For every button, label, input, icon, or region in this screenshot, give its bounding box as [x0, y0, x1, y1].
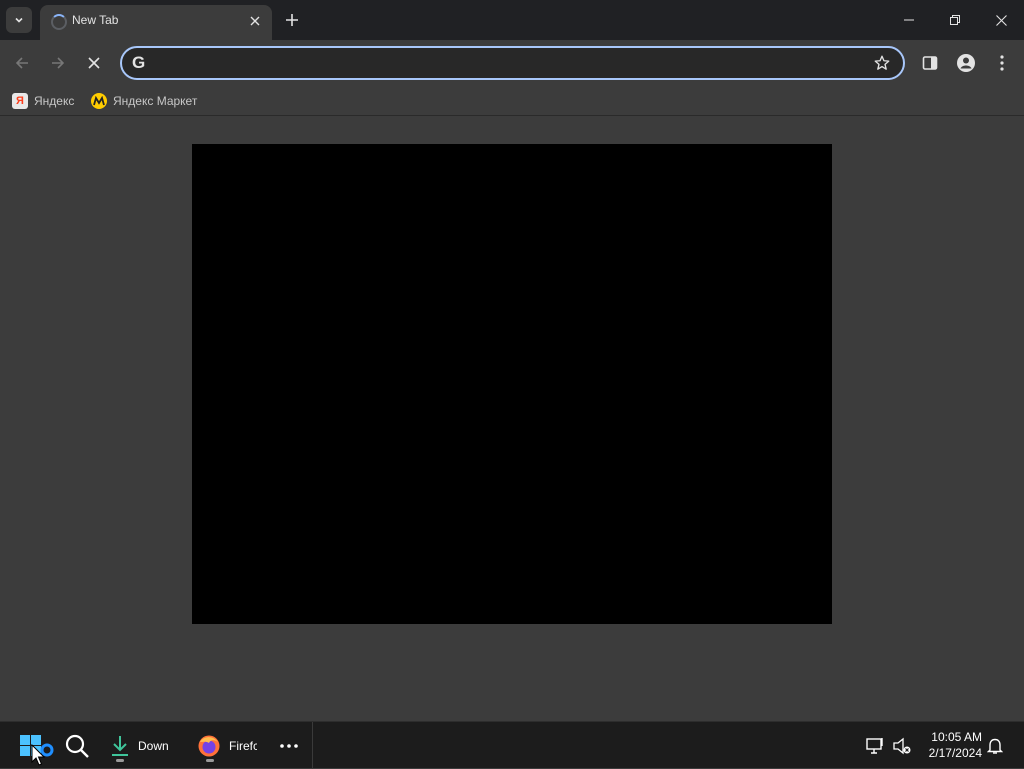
profile-icon [957, 54, 975, 72]
network-icon [866, 738, 883, 754]
taskbar-app-label: Down [138, 739, 169, 753]
restore-button[interactable] [932, 0, 978, 40]
arrow-right-icon [52, 57, 65, 69]
restore-icon [950, 15, 960, 25]
side-panel-icon [922, 56, 938, 70]
browser-toolbar: G [0, 40, 1024, 86]
arrow-left-icon [15, 57, 28, 69]
bookmarks-bar: Я Яндекс Яндекс Маркет [0, 86, 1024, 116]
menu-button[interactable] [987, 48, 1017, 78]
back-button[interactable] [7, 48, 37, 78]
taskbar-app-label: Firefc [229, 739, 257, 753]
taskbar-overflow-button[interactable] [279, 728, 299, 764]
mouse-cursor-icon [31, 744, 45, 766]
new-tab-button[interactable] [280, 8, 304, 32]
network-status-button[interactable] [866, 728, 886, 764]
taskbar: Down Firefc 10:05 AM 2/17/2024 [0, 721, 1024, 769]
taskbar-app-downloads[interactable]: Down [110, 728, 186, 764]
volume-button[interactable] [892, 728, 912, 764]
clock[interactable]: 10:05 AM 2/17/2024 [929, 729, 982, 761]
tab-search-button[interactable] [6, 7, 32, 33]
bookmark-star-icon[interactable] [873, 54, 891, 72]
address-bar[interactable]: G [120, 46, 905, 80]
bookmark-yandex[interactable]: Я Яндекс [12, 92, 74, 110]
firefox-icon [198, 735, 220, 757]
search-button[interactable] [64, 728, 90, 764]
profile-button[interactable] [951, 48, 981, 78]
plus-icon [286, 14, 298, 26]
tab-title: New Tab [72, 13, 119, 27]
search-icon [65, 734, 89, 758]
close-icon [250, 16, 260, 26]
close-icon [88, 57, 100, 69]
address-input[interactable] [160, 52, 860, 74]
kebab-menu-icon [1000, 55, 1004, 71]
title-bar: New Tab [0, 0, 1024, 40]
minimize-icon [904, 19, 914, 21]
taskbar-divider [312, 722, 313, 769]
page-content [0, 117, 1024, 721]
bell-icon [987, 738, 1003, 754]
running-indicator [206, 759, 214, 762]
bookmark-label: Яндекс [34, 94, 75, 108]
side-panel-button[interactable] [915, 48, 945, 78]
chevron-down-icon [15, 17, 23, 23]
more-horizontal-icon [280, 744, 298, 748]
loading-spinner-icon [51, 14, 67, 30]
taskbar-app-firefox[interactable]: Firefc [197, 728, 261, 764]
forward-button[interactable] [43, 48, 73, 78]
tab-close-button[interactable] [246, 12, 264, 30]
bookmark-label: Яндекс Маркет [113, 94, 198, 108]
close-icon [995, 14, 1007, 26]
close-window-button[interactable] [978, 0, 1024, 40]
clock-time: 10:05 AM [931, 730, 982, 744]
minimize-button[interactable] [886, 0, 932, 40]
bookmark-yandex-market[interactable]: Яндекс Маркет [91, 92, 197, 110]
tab-new-tab[interactable]: New Tab [40, 5, 272, 40]
yandex-market-icon [91, 93, 107, 109]
yandex-icon: Я [12, 93, 28, 109]
google-g-icon: G [132, 53, 146, 72]
download-icon [112, 736, 128, 756]
running-indicator [116, 759, 124, 762]
notifications-button[interactable] [987, 728, 1003, 764]
volume-muted-icon [893, 737, 911, 755]
stop-loading-button[interactable] [79, 48, 109, 78]
clock-date: 2/17/2024 [928, 746, 982, 760]
black-content-area [192, 144, 832, 624]
